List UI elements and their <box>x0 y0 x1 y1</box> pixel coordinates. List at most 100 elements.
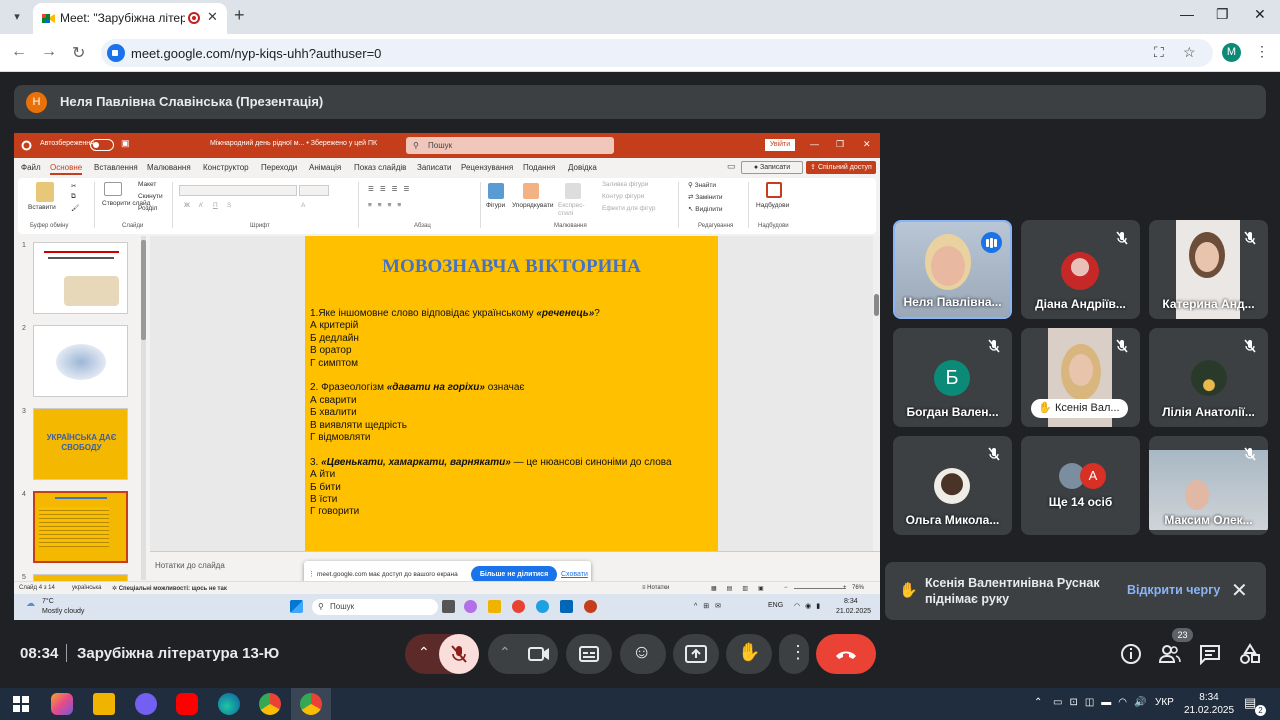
pp-close-icon[interactable]: ✕ <box>863 139 871 150</box>
sign-in-button[interactable]: Увійти <box>765 139 795 151</box>
hide-share-notice-button[interactable]: Сховати <box>561 571 588 578</box>
pp-minimize-icon[interactable]: — <box>810 139 819 149</box>
ribbon-tab-animations[interactable]: Анімація <box>309 163 341 172</box>
status-language[interactable]: українська <box>72 585 102 591</box>
viber-icon[interactable] <box>135 693 157 715</box>
raise-hand-button[interactable]: ✋ <box>726 634 772 674</box>
participant-tile[interactable]: Ольга Микола... <box>893 436 1012 535</box>
zoom-in-icon[interactable]: + <box>843 585 847 591</box>
status-notes-button[interactable]: ≡ Нотатки <box>642 585 669 591</box>
slide-thumb-3[interactable]: УКРАЇНСЬКА ДАЄ СВОБОДУ <box>33 408 128 480</box>
activities-icon[interactable] <box>1239 643 1261 665</box>
reload-icon[interactable]: ↻ <box>72 43 85 63</box>
tab-search-chevron-icon[interactable]: ▾ <box>6 7 28 27</box>
open-queue-button[interactable]: Відкрити чергу <box>1127 583 1220 597</box>
font-family-select[interactable] <box>179 185 297 196</box>
translate-icon[interactable]: ⛶ <box>1154 44 1164 61</box>
meeting-details-icon[interactable] <box>1120 643 1142 665</box>
slide-thumb-1[interactable] <box>33 242 128 314</box>
windows-start-icon[interactable] <box>10 693 32 715</box>
participant-tile[interactable]: Катерина Анд... <box>1149 220 1268 319</box>
ribbon-tab-record[interactable]: Записати <box>417 163 452 172</box>
restore-icon[interactable]: ❐ <box>1216 6 1229 23</box>
bookmark-star-icon[interactable]: ☆ <box>1183 44 1196 61</box>
find-button[interactable]: ⚲ Знайти <box>688 181 716 189</box>
microphone-button[interactable] <box>439 634 479 674</box>
camera-button[interactable] <box>528 646 550 662</box>
youtube-icon[interactable] <box>176 693 198 715</box>
edge-icon[interactable] <box>218 693 240 715</box>
captions-button[interactable] <box>566 634 612 674</box>
tray-overflow-icon[interactable]: ⌃ <box>1034 697 1042 708</box>
ribbon-tab-draw[interactable]: Малювання <box>147 163 191 172</box>
comments-icon[interactable]: ▭ <box>727 161 736 172</box>
participant-tile[interactable]: Б Богдан Вален... <box>893 328 1012 427</box>
italic-icon[interactable]: К <box>199 202 203 209</box>
new-tab-plus-icon[interactable]: + <box>234 5 245 26</box>
more-participants-tile[interactable]: А Ще 14 осіб <box>1021 436 1140 535</box>
paste-icon[interactable] <box>36 182 54 202</box>
replace-button[interactable]: ⇄ Замінити <box>688 193 723 201</box>
save-icon[interactable]: ▣ <box>121 138 130 149</box>
file-explorer-icon[interactable] <box>93 693 115 715</box>
ribbon-tab-design[interactable]: Конструктор <box>203 163 249 172</box>
browser-tab-meet[interactable]: Meet: "Зарубіжна літерату ✕ <box>33 3 227 34</box>
cut-icon[interactable]: ✂ <box>71 182 76 190</box>
alignment-icon[interactable]: ≡≡≡≡ <box>368 202 407 209</box>
participant-tile[interactable]: Максим Олек... <box>1149 436 1268 535</box>
section-button[interactable]: Розділ <box>138 205 157 212</box>
minimize-icon[interactable]: — <box>1180 6 1194 22</box>
ribbon-tab-home[interactable]: Основне <box>50 163 83 175</box>
participant-tile[interactable]: Неля Павлівна... <box>893 220 1012 319</box>
site-info-icon[interactable] <box>107 44 125 62</box>
shapes-label[interactable]: Фігури <box>486 202 505 209</box>
bullets-icon[interactable]: ☰☰☰☰ <box>368 185 415 193</box>
arrange-label[interactable]: Упорядкувати <box>512 202 553 209</box>
close-notification-icon[interactable]: ✕ <box>1231 578 1248 603</box>
forward-arrow-icon[interactable]: → <box>41 43 57 61</box>
font-color-icon[interactable]: A <box>301 202 305 209</box>
layout-button[interactable]: Макет <box>138 181 156 188</box>
new-slide-icon[interactable] <box>104 182 122 196</box>
present-screen-button[interactable] <box>673 634 719 674</box>
powerpoint-search[interactable]: ⚲ Пошук <box>406 137 614 154</box>
ribbon-tab-insert[interactable]: Вставлення <box>94 163 138 172</box>
editor-scrollbar[interactable] <box>873 236 880 551</box>
copilot-icon[interactable] <box>51 693 73 715</box>
format-painter-icon[interactable]: 🖌 <box>71 204 79 212</box>
slide-thumb-2[interactable] <box>33 325 128 397</box>
ribbon-tab-transitions[interactable]: Переходи <box>261 163 297 172</box>
chat-icon[interactable] <box>1199 643 1221 665</box>
shape-fill-button[interactable]: Заливка фігури <box>602 181 648 188</box>
address-bar[interactable]: meet.google.com/nyp-kiqs-uhh?authuser=0 … <box>101 39 1213 67</box>
thumbnail-scrollbar[interactable] <box>141 236 146 580</box>
browser-menu-icon[interactable]: ⋮ <box>1255 43 1269 60</box>
shapes-icon[interactable] <box>488 183 504 199</box>
current-slide[interactable]: МОВОЗНАВЧА ВІКТОРИНА 1.Яке іншомовне сло… <box>305 236 718 551</box>
status-accessibility[interactable]: ✲ Спеціальні можливості: щось не так <box>112 585 227 592</box>
ribbon-tab-view[interactable]: Подання <box>523 163 555 172</box>
reset-button[interactable]: Скинути <box>138 193 163 200</box>
audio-options-chevron-icon[interactable]: ⌃ <box>418 644 430 661</box>
record-button[interactable]: ● Записати <box>741 161 803 174</box>
quick-styles-icon[interactable] <box>565 183 581 199</box>
shape-effects-button[interactable]: Ефекти для фігур <box>602 205 656 212</box>
font-size-select[interactable] <box>299 185 329 196</box>
ribbon-tab-file[interactable]: Файл <box>21 163 41 172</box>
zoom-slider[interactable] <box>794 588 846 589</box>
reactions-button[interactable]: ☺ <box>620 634 666 674</box>
close-window-icon[interactable]: ✕ <box>1254 6 1266 23</box>
slide-thumb-4-selected[interactable] <box>33 491 128 563</box>
select-button[interactable]: ↖ Виділити <box>688 205 723 213</box>
copy-icon[interactable]: ⧉ <box>71 193 76 201</box>
tray-icons[interactable]: ▭⊡◫▬◠🔊 <box>1053 697 1153 708</box>
more-options-button[interactable]: ⋮ <box>779 634 809 674</box>
pp-restore-icon[interactable]: ❐ <box>836 139 844 150</box>
back-arrow-icon[interactable]: ← <box>11 43 27 61</box>
ribbon-tab-review[interactable]: Рецензування <box>461 163 513 172</box>
bold-icon[interactable]: Ж <box>184 202 190 209</box>
participant-tile[interactable]: ✋ Ксенія Вал... <box>1021 328 1140 427</box>
addins-icon[interactable] <box>766 182 782 198</box>
input-language[interactable]: УКР <box>1155 697 1174 708</box>
participant-tile[interactable]: Діана Андріїв... <box>1021 220 1140 319</box>
